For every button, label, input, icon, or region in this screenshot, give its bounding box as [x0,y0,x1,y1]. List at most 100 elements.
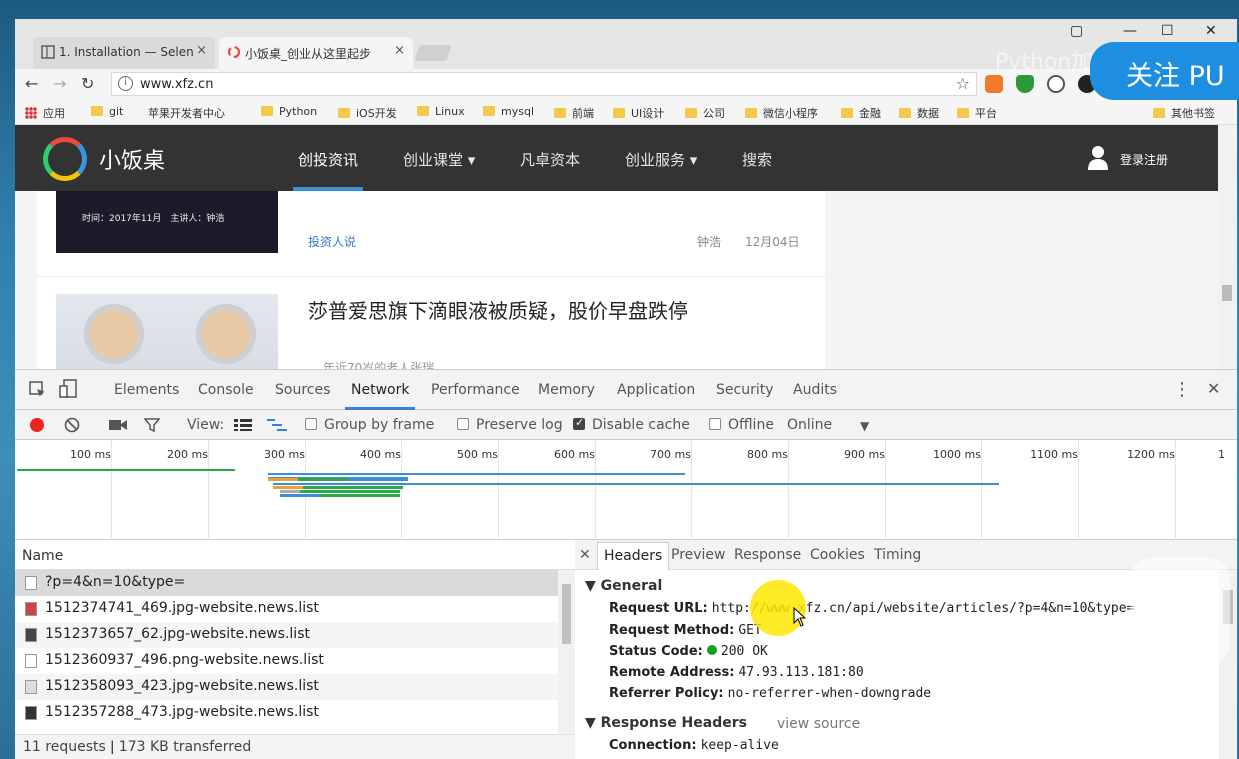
request-row[interactable]: 1512374741_469.jpg-website.news.list [15,596,558,622]
request-row[interactable]: 1512360937_496.png-website.news.list [15,648,558,674]
bookmark-apps[interactable]: 应用 [25,105,65,121]
sync-extension-icon[interactable] [1047,75,1065,93]
tab-elements[interactable]: Elements [114,382,179,398]
request-row[interactable]: 1512373657_62.jpg-website.news.list [15,622,558,648]
bookmark-ios[interactable]: iOS开发 [338,105,397,121]
bookmark-finance[interactable]: 金融 [841,105,881,121]
large-rows-icon[interactable] [234,419,252,431]
chevron-down-icon[interactable]: ▼ [860,419,869,433]
tab-headers[interactable]: Headers [597,542,670,570]
logo-icon[interactable] [43,137,87,181]
site-logo-text[interactable]: 小饭桌 [99,143,165,175]
follow-badge[interactable]: 关注 PU [1090,42,1239,100]
request-row[interactable]: 1512358093_423.jpg-website.news.list [15,674,558,700]
close-window-button[interactable]: ✕ [1205,23,1217,39]
back-icon[interactable]: ← [25,74,38,93]
checkbox[interactable] [305,418,317,430]
tab-timing[interactable]: Timing [874,547,921,563]
preserve-log-checkbox[interactable]: Preserve log [457,417,563,433]
checkbox[interactable] [709,418,721,430]
info-icon[interactable]: i [118,76,133,91]
tab-memory[interactable]: Memory [538,382,595,398]
tab-security[interactable]: Security [716,382,774,398]
name-column-header[interactable]: Name [22,548,63,564]
offline-checkbox[interactable]: Offline [709,417,774,433]
bookmark-platform[interactable]: 平台 [957,105,997,121]
tab-close-icon[interactable]: × [196,43,207,58]
device-toggle-icon[interactable] [59,379,79,399]
scrollbar-thumb[interactable] [1222,285,1232,301]
clear-icon[interactable] [64,417,80,433]
bookmark-other[interactable]: 其他书签 [1153,105,1215,121]
nav-services[interactable]: 创业服务 ▾ [625,149,697,170]
close-devtools-icon[interactable]: ✕ [1207,379,1220,398]
tab-cookies[interactable]: Cookies [810,547,865,563]
document-icon [41,45,55,59]
filter-icon[interactable] [144,417,160,433]
checkbox[interactable] [457,418,469,430]
bookmark-star-icon[interactable]: ☆ [956,74,970,93]
bookmark-frontend[interactable]: 前端 [554,105,594,121]
bookmark-python[interactable]: Python [261,105,317,118]
nav-search[interactable]: 搜索 [742,149,772,170]
tab-audits[interactable]: Audits [793,382,837,398]
tab-response[interactable]: Response [734,547,801,563]
tab-sources[interactable]: Sources [275,382,330,398]
response-headers-toggle[interactable]: ▼ Response Headers [585,715,747,731]
request-row[interactable]: ?p=4&n=10&type= [15,570,558,596]
maximize-button[interactable]: ☐ [1161,23,1174,39]
bookmark-mysql[interactable]: mysql [483,105,534,118]
minimize-button[interactable]: — [1123,23,1137,39]
bookmark-company[interactable]: 公司 [685,105,725,121]
extension-icon[interactable] [985,75,1003,93]
scrollbar-thumb[interactable] [562,584,571,644]
article-headline[interactable]: 莎普爱思旗下滴眼液被质疑，股价早盘跌停 [308,295,688,324]
disable-cache-checkbox[interactable]: Disable cache [573,416,690,433]
general-section-toggle[interactable]: ▼ General [585,578,662,594]
throttling-select[interactable]: Online [787,417,832,433]
tab-application[interactable]: Application [617,382,695,398]
tab-preview[interactable]: Preview [671,547,726,563]
address-bar[interactable]: i www.xfz.cn ☆ [111,72,977,96]
play-button-overlay[interactable] [1130,557,1230,665]
camera-icon[interactable] [109,418,127,432]
article-tag[interactable]: 投资人说 [308,233,356,250]
profile-icon[interactable]: ▢ [1070,23,1083,39]
tab-selenium-installation[interactable]: 1. Installation — Selen × [33,37,215,69]
request-row[interactable]: 1512357288_473.jpg-website.news.list [15,700,558,726]
inspect-icon[interactable] [29,381,47,399]
new-tab-button[interactable] [414,45,452,61]
bookmark-git[interactable]: git [91,105,123,118]
nav-news[interactable]: 创投资讯 [298,149,358,170]
network-overview-timeline[interactable]: 100 ms 200 ms 300 ms 400 ms 500 ms 600 m… [15,440,1237,540]
page-scrollbar[interactable] [1218,125,1237,369]
more-menu-icon[interactable]: ⋮ [1173,379,1191,400]
tab-console[interactable]: Console [198,382,254,398]
close-detail-icon[interactable]: ✕ [579,547,591,563]
user-icon[interactable] [1087,145,1109,171]
waterfall-icon[interactable] [267,419,287,431]
tab-close-icon[interactable]: × [394,43,405,58]
folder-icon [338,108,350,118]
tab-performance[interactable]: Performance [431,382,520,398]
bookmark-linux[interactable]: Linux [417,105,465,118]
group-by-frame-checkbox[interactable]: Group by frame [305,417,434,433]
bookmark-apple-dev[interactable]: 苹果开发者中心 [143,105,225,121]
article-thumbnail[interactable] [56,294,278,369]
tab-xfz[interactable]: 小饭桌_创业从这里起步 × [219,37,413,69]
record-icon[interactable] [30,418,44,432]
view-source-link[interactable]: view source [777,716,860,732]
nav-classroom[interactable]: 创业课堂 ▾ [403,149,475,170]
checkbox-checked[interactable] [573,416,585,430]
login-register-link[interactable]: 登录注册 [1120,151,1168,168]
requests-scrollbar[interactable] [558,570,575,734]
article-thumbnail[interactable]: 时间：2017年11月 主讲人：钟浩 [56,191,278,253]
forward-icon[interactable]: → [53,74,66,93]
nav-capital[interactable]: 凡卓资本 [520,149,580,170]
bookmark-wechat[interactable]: 微信小程序 [745,105,818,121]
tab-network[interactable]: Network [351,382,409,398]
bookmark-data[interactable]: 数据 [899,105,939,121]
reload-icon[interactable]: ↻ [81,74,94,93]
bookmark-ui[interactable]: UI设计 [613,105,664,121]
shield-extension-icon[interactable] [1016,75,1034,93]
